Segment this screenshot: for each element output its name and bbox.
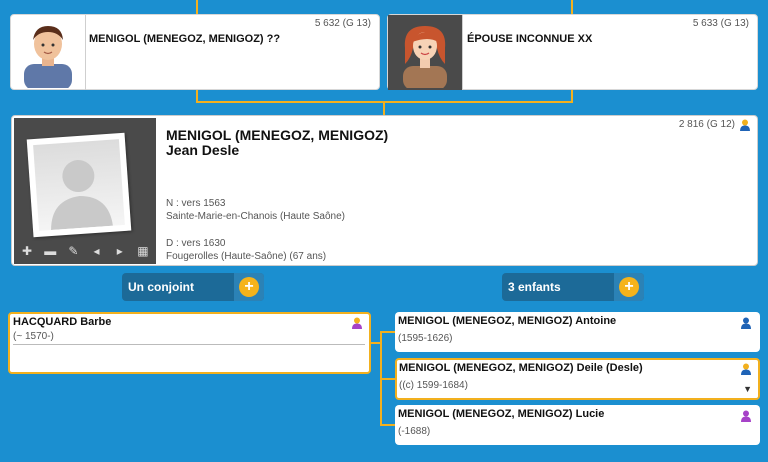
spouse-divider [13,344,365,345]
add-spouse-icon[interactable]: + [239,277,259,297]
children-section-button[interactable]: 3 enfants + [502,273,644,301]
child-card-3[interactable]: MENIGOL (MENEGOZ, MENIGOZ) Lucie (-1688) [395,405,760,445]
mother-sosa: 5 633 (G 13) [692,18,749,29]
spouse-name: HACQUARD Barbe [13,316,112,328]
photo-area: ✚ ▬ ✎ ◂ ▸ ▦ [14,118,156,264]
main-person-card[interactable]: ✚ ▬ ✎ ◂ ▸ ▦ MENIGOL (MENEGOZ, MENIGOZ) J… [11,115,758,266]
male-person-icon [741,363,751,375]
main-person-name: MENIGOL (MENEGOZ, MENIGOZ) Jean Desle [166,128,388,158]
mother-avatar [388,15,463,90]
mother-card[interactable]: ÉPOUSE INCONNUE XX 5 633 (G 13) [387,14,758,90]
birth-place: Sainte-Marie-en-Chanois (Haute Saône) [166,211,345,222]
child-dates: (-1688) [398,426,431,437]
female-person-icon [352,317,362,329]
birth-label: N : vers 1563 [166,198,226,209]
child-dates: ((c) 1599-1684) [399,380,468,391]
arrow-left-icon[interactable]: ◂ [88,244,106,258]
child-card-2[interactable]: MENIGOL (MENEGOZ, MENIGOZ) Deile (Desle)… [395,358,760,400]
male-person-icon [741,317,751,329]
silhouette-icon [51,160,113,231]
pencil-icon[interactable]: ✎ [64,244,82,258]
child-dates: (1595-1626) [398,333,453,344]
female-person-icon [741,410,751,422]
death-label: D : vers 1630 [166,238,226,249]
child1-connector [380,331,395,333]
spouse-card[interactable]: HACQUARD Barbe (~ 1570-) [8,312,371,374]
child3-connector [380,424,395,426]
father-card[interactable]: MENIGOL (MENEGOZ, MENIGOZ) ?? 5 632 (G 1… [10,14,380,90]
mother-name: ÉPOUSE INCONNUE XX [467,33,593,45]
expand-chevron-icon[interactable]: ▼ [743,384,752,394]
main-given-name: Jean Desle [166,142,240,158]
child-name: MENIGOL (MENEGOZ, MENIGOZ) Lucie [398,408,605,420]
father-sosa: 5 632 (G 13) [314,18,371,29]
add-child-icon[interactable]: + [619,277,639,297]
male-person-icon [740,119,750,131]
father-name: MENIGOL (MENEGOZ, MENIGOZ) ?? [89,33,281,45]
minus-icon[interactable]: ▬ [41,244,59,258]
spouse-dates: (~ 1570-) [13,331,54,342]
film-icon[interactable]: ▦ [134,244,152,258]
photo-toolbar: ✚ ▬ ✎ ◂ ▸ ▦ [18,242,152,260]
children-section-label: 3 enfants [508,280,561,294]
child-card-1[interactable]: MENIGOL (MENEGOZ, MENIGOZ) Antoine (1595… [395,312,760,352]
top-connector-right [571,0,573,14]
spouse-section-label: Un conjoint [128,280,194,294]
death-place: Fougerolles (Haute-Saône) (67 ans) [166,251,327,262]
plus-icon[interactable]: ✚ [18,244,36,258]
child-name: MENIGOL (MENEGOZ, MENIGOZ) Antoine [398,315,617,327]
father-avatar [11,15,86,90]
main-sosa: 2 816 (G 12) [678,119,735,130]
parent-connector-down [383,101,385,115]
spouse-section-button[interactable]: Un conjoint + [122,273,264,301]
child-name: MENIGOL (MENEGOZ, MENIGOZ) Deile (Desle) [399,362,643,374]
main-surname: MENIGOL (MENEGOZ, MENIGOZ) [166,127,389,143]
child2-connector [380,378,395,380]
photo-placeholder[interactable] [26,132,132,238]
arrow-right-icon[interactable]: ▸ [111,244,129,258]
